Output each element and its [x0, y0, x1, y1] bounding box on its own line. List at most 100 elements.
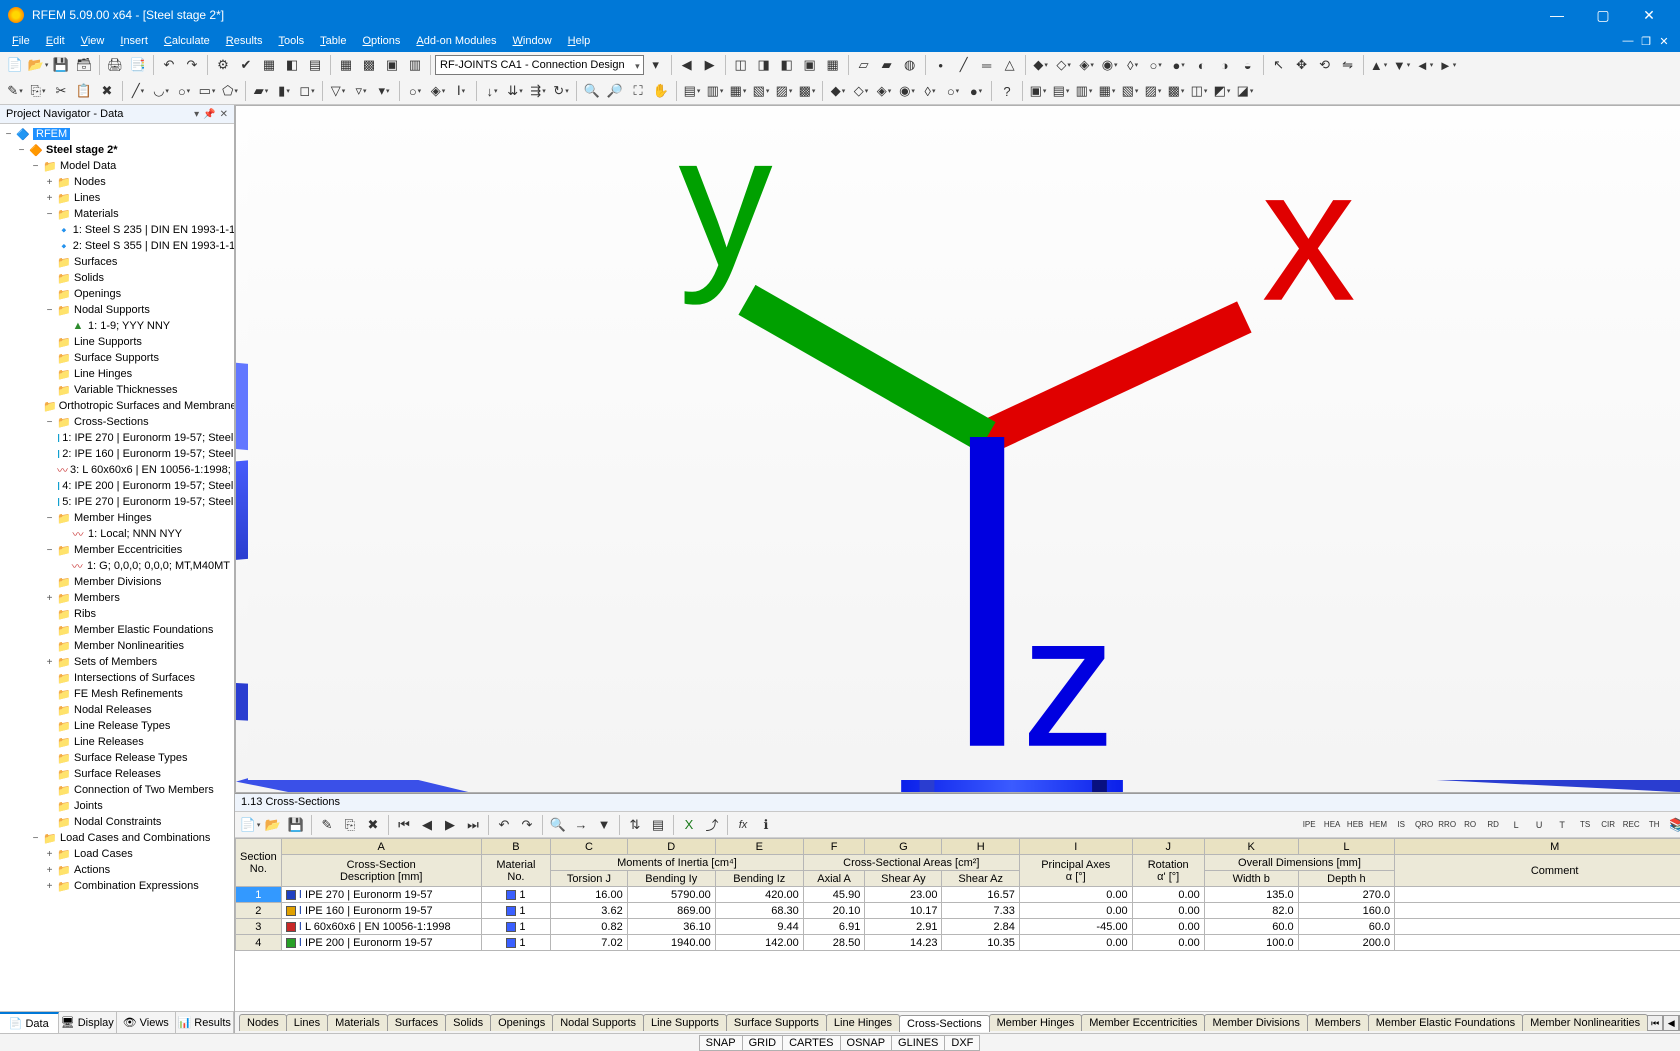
view-y[interactable]: ◧	[776, 54, 798, 76]
table-row[interactable]: 2Ⅰ IPE 160 | Euronorm 19-5713.62869.0068…	[236, 903, 1680, 919]
tt-sort[interactable]: ⇅	[624, 814, 646, 836]
tree-item[interactable]: ▲1: 1-9; YYY NNY	[0, 318, 234, 334]
print-preview-button[interactable]: 📑	[127, 54, 149, 76]
t2-cs[interactable]: Ⅰ	[450, 80, 472, 102]
tt-prev[interactable]: ◀	[416, 814, 438, 836]
tree-item[interactable]: 📁Orthotropic Surfaces and Membranes	[0, 398, 234, 414]
table-row[interactable]: 1Ⅰ IPE 270 | Euronorm 19-57116.005790.00…	[236, 887, 1680, 903]
profile-heb-icon[interactable]: HEB	[1344, 814, 1366, 836]
t2-circle[interactable]: ○	[173, 80, 195, 102]
tt-first[interactable]: ⏮	[393, 814, 415, 836]
menu-add-on-modules[interactable]: Add-on Modules	[408, 33, 504, 49]
t2-hinge[interactable]: ○	[404, 80, 426, 102]
sheet-tab-cross-sections[interactable]: Cross-Sections	[899, 1015, 990, 1032]
t2-surface[interactable]: ▰	[250, 80, 272, 102]
menu-help[interactable]: Help	[560, 33, 599, 49]
tree-item[interactable]: 📁Member Divisions	[0, 574, 234, 590]
tt-redo[interactable]: ↷	[516, 814, 538, 836]
check-button[interactable]: ✔	[235, 54, 257, 76]
sheet-tab-members[interactable]: Members	[1307, 1014, 1369, 1031]
redo-button[interactable]: ↷	[181, 54, 203, 76]
tt-copy[interactable]: ⎘	[339, 814, 361, 836]
tt-find[interactable]: 🔍	[547, 814, 569, 836]
t2-rect[interactable]: ▭	[196, 80, 218, 102]
t2-cut[interactable]: ✂	[50, 80, 72, 102]
t2-zoom-in[interactable]: 🔍	[581, 80, 603, 102]
t2-load3[interactable]: ⇶	[527, 80, 549, 102]
tt-del[interactable]: ✖	[362, 814, 384, 836]
t2-line[interactable]: ╱	[127, 80, 149, 102]
tree-item[interactable]: 📁Joints	[0, 798, 234, 814]
tree-item[interactable]: +📁Sets of Members	[0, 654, 234, 670]
save-all-button[interactable]: 🗃	[73, 54, 95, 76]
profile-ipe-icon[interactable]: IPE	[1298, 814, 1320, 836]
t2-paste[interactable]: 📋	[73, 80, 95, 102]
tree-item[interactable]: −📁Materials	[0, 206, 234, 222]
tree-item[interactable]: 📁Solids	[0, 270, 234, 286]
tree-item[interactable]: 📁Ribs	[0, 606, 234, 622]
t2-solid[interactable]: ▮	[273, 80, 295, 102]
tree-item[interactable]: +📁Members	[0, 590, 234, 606]
move-tool[interactable]: ✥	[1291, 54, 1313, 76]
sheet-tab-surface-supports[interactable]: Surface Supports	[726, 1014, 827, 1031]
sheet-tab-materials[interactable]: Materials	[327, 1014, 388, 1031]
print-button[interactable]: 🖨	[104, 54, 126, 76]
sheet-tab-member-elastic-foundations[interactable]: Member Elastic Foundations	[1368, 1014, 1523, 1031]
sheet-tab-member-eccentricities[interactable]: Member Eccentricities	[1081, 1014, 1205, 1031]
tt-open[interactable]: 📂	[262, 814, 284, 836]
show-numbering[interactable]: ▣	[381, 54, 403, 76]
tree-item[interactable]: 📁Intersections of Surfaces	[0, 670, 234, 686]
xtool-10[interactable]: ◒	[1237, 54, 1259, 76]
nav-left[interactable]: ◀	[676, 54, 698, 76]
tree-item[interactable]: 📁Surface Releases	[0, 766, 234, 782]
status-grid[interactable]: GRID	[742, 1035, 784, 1051]
module-go-button[interactable]: ▾	[645, 54, 667, 76]
t2-ex3[interactable]: ▥	[1073, 80, 1095, 102]
tree-item[interactable]: 📁Connection of Two Members	[0, 782, 234, 798]
support-tool[interactable]: △	[999, 54, 1021, 76]
tree-item[interactable]: −📁Cross-Sections	[0, 414, 234, 430]
menu-tools[interactable]: Tools	[270, 33, 312, 49]
menu-insert[interactable]: Insert	[112, 33, 156, 49]
view-x[interactable]: ◨	[753, 54, 775, 76]
status-snap[interactable]: SNAP	[699, 1035, 743, 1051]
tree-item[interactable]: 📁Nodal Releases	[0, 702, 234, 718]
grid-button[interactable]: ▦	[335, 54, 357, 76]
open-button[interactable]: 📂	[27, 54, 49, 76]
view-persp[interactable]: ▦	[822, 54, 844, 76]
t2-filter6[interactable]: ▩	[796, 80, 818, 102]
menu-file[interactable]: File	[4, 33, 38, 49]
tt-undo[interactable]: ↶	[493, 814, 515, 836]
t2-filter3[interactable]: ▦	[727, 80, 749, 102]
results-button[interactable]: ◧	[281, 54, 303, 76]
navigator-pin-icon[interactable]: 📌	[203, 109, 215, 120]
mdi-minimize-button[interactable]: —	[1620, 35, 1636, 48]
t2-new[interactable]: ✎	[4, 80, 26, 102]
tt-excel[interactable]: X	[678, 814, 700, 836]
sheet-tab-line-supports[interactable]: Line Supports	[643, 1014, 727, 1031]
tt-new[interactable]: 📄	[239, 814, 261, 836]
nav-tab-results[interactable]: 📊 Results	[176, 1012, 235, 1033]
tt-info[interactable]: ℹ	[755, 814, 777, 836]
sheet-tab-member-divisions[interactable]: Member Divisions	[1204, 1014, 1307, 1031]
sheet-tab-lines[interactable]: Lines	[286, 1014, 328, 1031]
tt-save[interactable]: 💾	[285, 814, 307, 836]
profile-l-icon[interactable]: L	[1505, 814, 1527, 836]
tree-item[interactable]: −📁Load Cases and Combinations	[0, 830, 234, 846]
profile-cir-icon[interactable]: CIR	[1597, 814, 1619, 836]
profile-qro-icon[interactable]: QRO	[1413, 814, 1435, 836]
tree-item[interactable]: 〰1: G; 0,0,0; 0,0,0; MT,M40MT	[0, 558, 234, 574]
calc-all-button[interactable]: ▦	[258, 54, 280, 76]
t2-arc[interactable]: ◡	[150, 80, 172, 102]
ytool-2[interactable]: ▼	[1391, 54, 1413, 76]
tree-item[interactable]: 🔹1: Steel S 235 | DIN EN 1993-1-1	[0, 222, 234, 238]
mdi-close-button[interactable]: ✕	[1656, 35, 1672, 48]
tree-item[interactable]: +📁Combination Expressions	[0, 878, 234, 894]
navigator-close-icon[interactable]: ✕	[220, 109, 228, 120]
t2-ex10[interactable]: ◪	[1234, 80, 1256, 102]
ytool-1[interactable]: ▲	[1368, 54, 1390, 76]
tree-item[interactable]: 📁Surfaces	[0, 254, 234, 270]
t2-load1[interactable]: ↓	[481, 80, 503, 102]
calc-button[interactable]: ⚙	[212, 54, 234, 76]
tt-edit[interactable]: ✎	[316, 814, 338, 836]
